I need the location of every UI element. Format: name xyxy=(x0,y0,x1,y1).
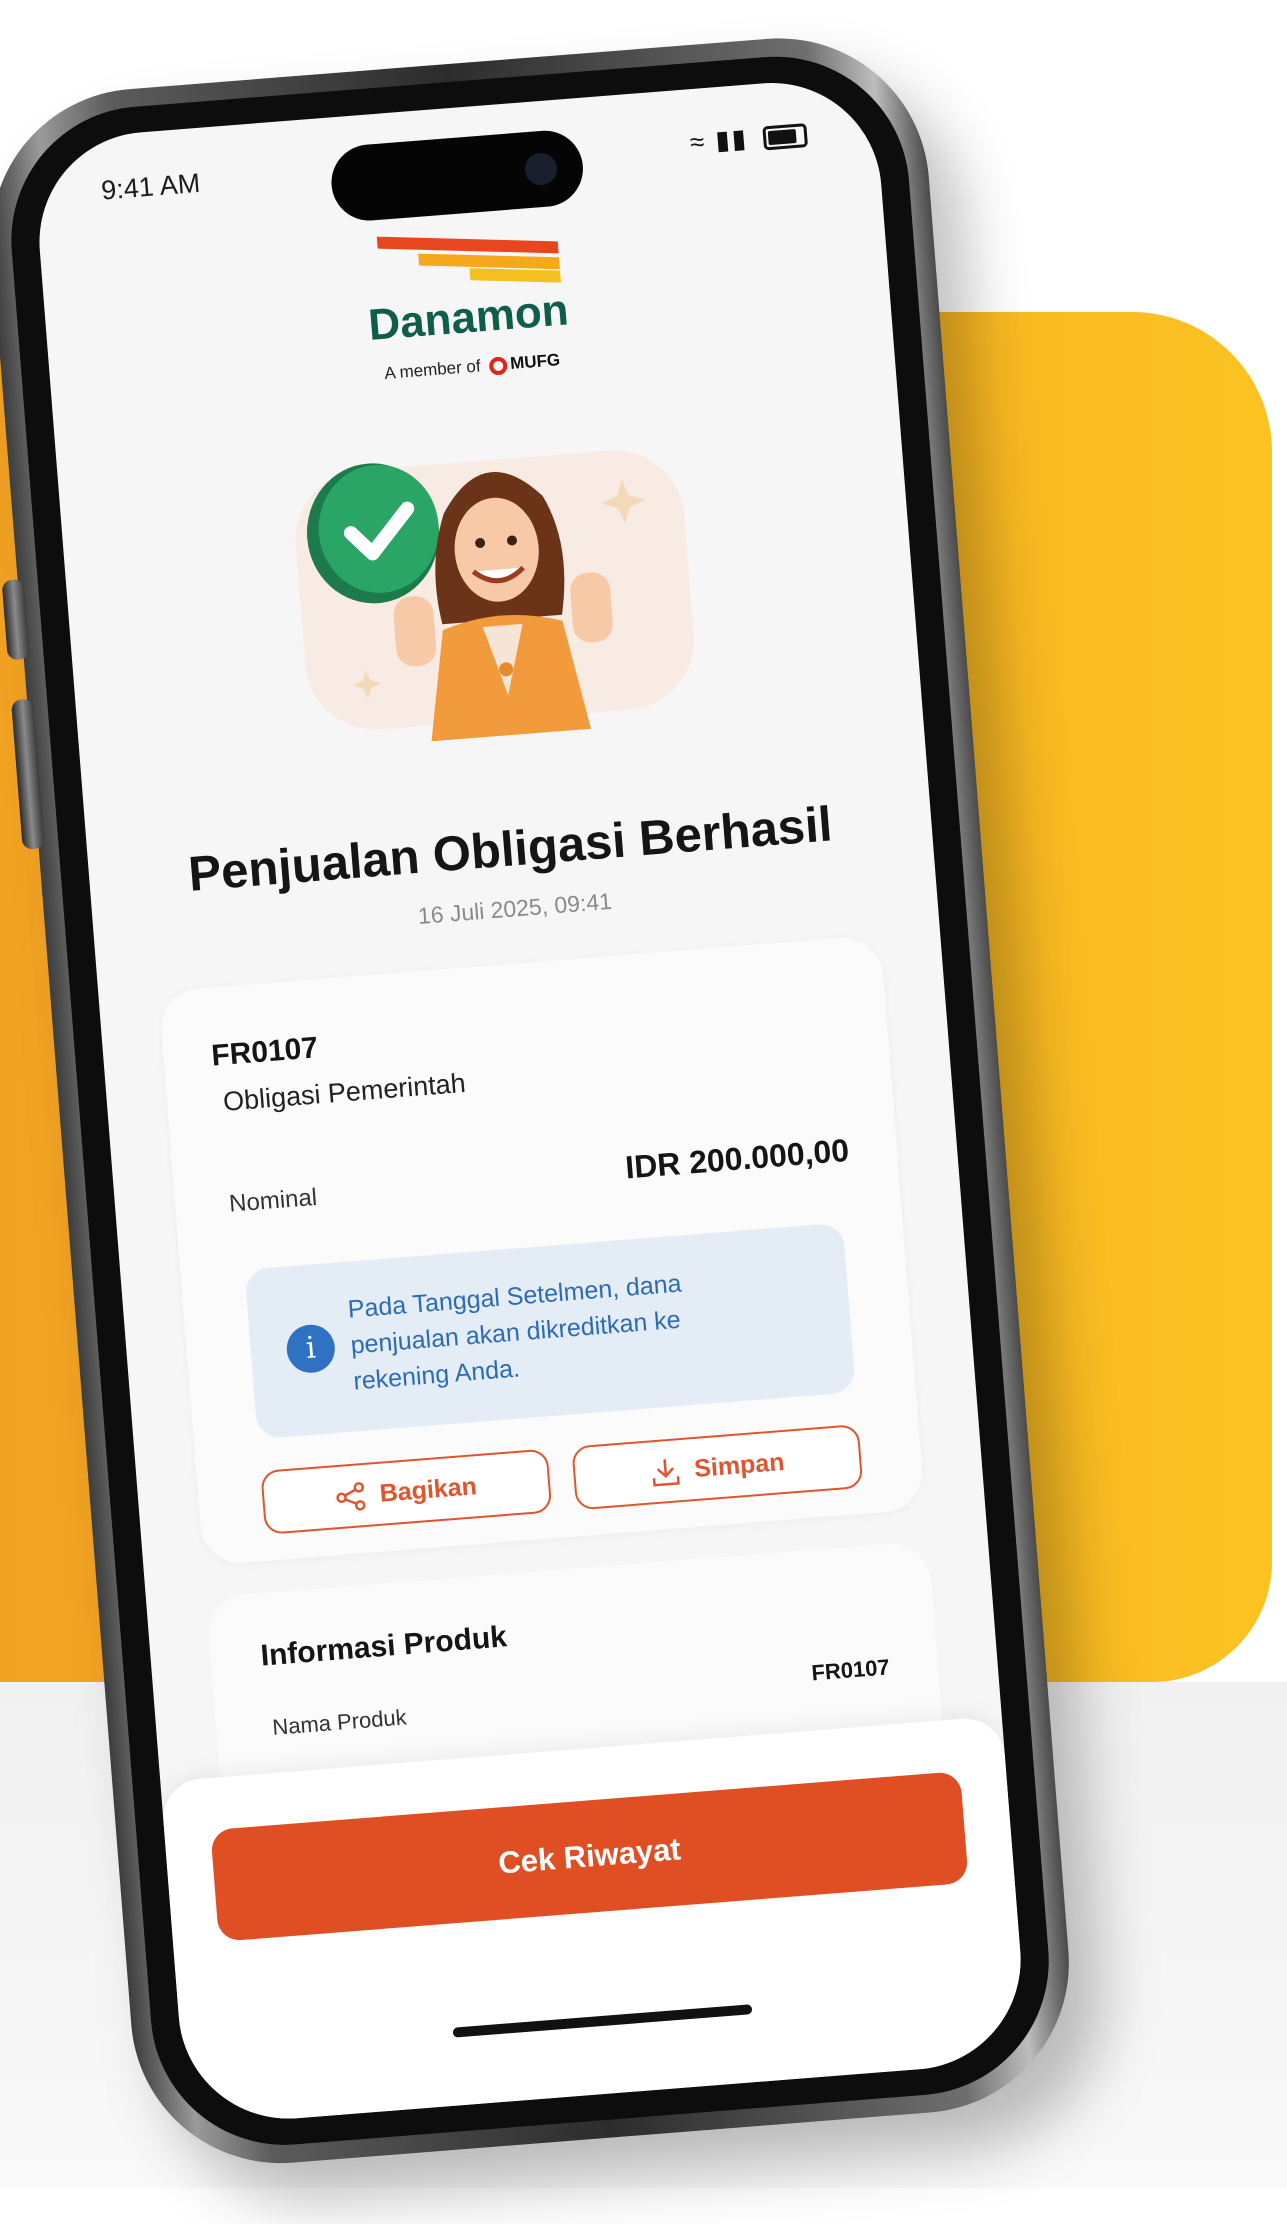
home-indicator[interactable] xyxy=(452,2004,753,2038)
save-label: Simpan xyxy=(693,1447,786,1483)
member-prefix: A member of xyxy=(383,356,482,383)
app-screen: 9:41 AM ≈ ▮▮ Danamon A member of MUFG Pe… xyxy=(31,74,1029,2127)
info-text: Pada Tanggal Setelmen, dana penjualan ak… xyxy=(346,1269,683,1396)
product-name-label: Nama Produk xyxy=(271,1704,408,1740)
nominal-label: Nominal xyxy=(228,1183,319,1218)
download-icon xyxy=(652,1459,680,1487)
status-time: 9:41 AM xyxy=(100,167,202,206)
nominal-value: IDR 200.000,00 xyxy=(623,1131,851,1186)
check-history-button[interactable]: Cek Riwayat xyxy=(210,1771,969,1942)
logo-mark-icon xyxy=(367,226,561,297)
share-label: Bagikan xyxy=(378,1472,478,1508)
action-buttons: Bagikan Simpan xyxy=(260,1424,864,1537)
wifi-icon: ≈ xyxy=(688,126,708,158)
transaction-card: FR0107 Obligasi Pemerintah Nominal IDR 2… xyxy=(158,934,926,1566)
info-banner: i Pada Tanggal Setelmen, dana penjualan … xyxy=(244,1222,856,1440)
success-illustration xyxy=(295,450,695,742)
info-icon: i xyxy=(285,1322,337,1375)
status-icons: ≈ ▮▮ xyxy=(688,118,809,158)
product-name-value: FR0107 xyxy=(810,1654,891,1686)
signal-icon: ▮▮ xyxy=(714,122,750,156)
mufg-logo-icon xyxy=(488,355,508,376)
phone-mockup: 9:41 AM ≈ ▮▮ Danamon A member of MUFG Pe… xyxy=(0,0,1223,2224)
camera-icon xyxy=(523,151,559,187)
bottom-action-bar: Cek Riwayat xyxy=(160,1715,1029,2127)
save-button[interactable]: Simpan xyxy=(571,1424,864,1511)
bond-code: FR0107 xyxy=(210,1031,320,1073)
bond-type: Obligasi Pemerintah xyxy=(221,1067,467,1117)
member-brand: MUFG xyxy=(509,350,561,374)
product-info-title: Informasi Produk xyxy=(259,1620,509,1673)
battery-icon xyxy=(762,123,809,151)
share-button[interactable]: Bagikan xyxy=(260,1448,553,1535)
dynamic-island xyxy=(328,127,586,224)
share-icon xyxy=(336,1482,366,1511)
